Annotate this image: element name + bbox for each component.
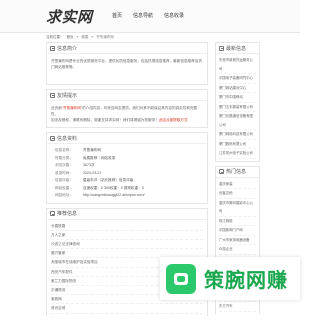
list-item[interactable]: 厦门数码有限公司: [219, 140, 256, 149]
info-title: 信息资料: [57, 135, 78, 142]
list-item[interactable]: 众游企业: [219, 245, 256, 255]
info-value: 3673次: [83, 163, 95, 167]
breadcrumb-current: 齐鲁瀑布网: [96, 35, 114, 39]
list-item[interactable]: 厦门网络科技有限公司: [219, 130, 256, 140]
latest-list: 东莞市新城货运服务公司 中国电子装备研究中心 厦门网站建设中心 厦门市中国移动 …: [216, 54, 259, 161]
info-value: 星级未评（站长推荐）信息评级: [83, 178, 134, 182]
hot-header: 热门信息: [216, 167, 259, 178]
list-item[interactable]: 广州市家用电器设备: [219, 236, 256, 245]
intro-panel: 信息简介 齐鲁瀑布网是专业的优质服务平台，提供优质信息服务，包括热搜信息推荐，最…: [46, 42, 208, 85]
notice-text: 如涉及侵权，请联系删除，谢谢支持求实网！我们将竭诚为您服务！: [51, 118, 159, 122]
nav-home[interactable]: 首页: [112, 12, 122, 19]
info-value: 百度权重：0 360权重：0 搜狗权重：0: [83, 185, 144, 190]
info-value[interactable]: 免费推荐｜网站收录: [83, 155, 207, 163]
intro-header: 信息简介: [47, 43, 207, 54]
list-item[interactable]: 万人之家: [51, 231, 203, 240]
info-row: 信息名称： 齐鲁瀑布网: [47, 147, 207, 155]
breadcrumb-sep: »: [91, 35, 94, 39]
info-key: 所属分类：: [55, 155, 73, 160]
list-item[interactable]: 江苏常州电子实验公司: [219, 149, 256, 159]
notice-body: 此页面“齐鲁瀑布网”的介绍内容，均来自网友提供，我们对其不能保证其内容的真实性和…: [47, 101, 207, 127]
intro-title: 信息简介: [57, 45, 78, 52]
list-item[interactable]: 东莞市新城货运服务公司: [219, 56, 256, 74]
list-item[interactable]: 厦门网站建设中心: [219, 84, 256, 93]
hot-title: 热门信息: [226, 169, 247, 175]
list-item[interactable]: 优客吉他: [219, 189, 256, 199]
site-header: 求实网 首页 信息导航 信息收录: [0, 0, 300, 33]
recommend-header: 推荐信息: [47, 209, 207, 220]
info-value: 齐鲁瀑布网: [83, 148, 101, 152]
latest-title: 最新信息: [226, 45, 247, 52]
fire-icon: [219, 169, 224, 174]
list-item[interactable]: 厦门五丰服装有限公司: [219, 103, 256, 112]
nav-submit[interactable]: 信息收录: [164, 12, 184, 19]
breadcrumb-sep: »: [76, 35, 79, 39]
info-row: 信息评级： 星级未评（站长推荐）信息评级: [47, 177, 207, 185]
latest-panel: 最新信息 东莞市新城货运服务公司 中国电子装备研究中心 厦门网站建设中心 厦门市…: [215, 42, 260, 162]
info-url[interactable]: http://uangzhibocuggi22.deloipan.com/: [83, 192, 207, 200]
list-item[interactable]: 沙游之记法律咨询: [51, 240, 203, 250]
info-header: 信息资料: [47, 133, 207, 144]
ad-text: 策腕网赚: [204, 268, 288, 292]
list-icon: [50, 135, 55, 141]
info-icon: [50, 92, 55, 98]
list-item[interactable]: 中国电子装备研究中心: [219, 74, 256, 84]
info-row: 浏览次数： 3673次: [47, 162, 207, 170]
notice-title: 友情提示: [57, 92, 78, 99]
info-key: 网站地址：: [55, 193, 73, 197]
breadcrumb-category[interactable]: 信息: [81, 35, 88, 39]
nav-directory[interactable]: 信息导航: [133, 12, 153, 19]
info-panel: 信息资料 信息名称： 齐鲁瀑布网 所属分类： 免费推荐｜网站收录 浏览次数： 3673…: [46, 132, 208, 204]
notice-site-name[interactable]: 齐鲁瀑布网: [63, 106, 81, 110]
info-row: 网站地址： http://uangzhibocuggi22.deloipan.co…: [47, 192, 207, 200]
star-icon: [50, 211, 55, 216]
notice-line-1: 此页面“齐鲁瀑布网”的介绍内容，均来自网友提供，我们对其不能保证其内容的真实性和…: [51, 105, 203, 117]
info-key: 信息名称：: [55, 148, 73, 152]
notice-line-2: 如涉及侵权，请联系删除，谢谢支持求实网！我们将竭诚为您服务！此站点被提取方式: [51, 117, 203, 123]
list-item[interactable]: 厦门市中国移动: [219, 93, 256, 103]
wechat-icon: [166, 263, 196, 294]
document-icon: [50, 45, 55, 51]
info-key: 浏览次数：: [55, 163, 73, 167]
notice-text: 此页面“: [51, 106, 63, 110]
breadcrumb-prefix: 当前位置：: [46, 35, 64, 39]
recommend-title: 推荐信息: [57, 211, 78, 217]
notice-header: 友情提示: [47, 90, 207, 101]
info-table: 信息名称： 齐鲁瀑布网 所属分类： 免费推荐｜网站收录 浏览次数： 3673次 收录时…: [47, 144, 207, 203]
info-key: 信息评级：: [55, 178, 73, 182]
info-row: 所属分类： 免费推荐｜网站收录: [47, 155, 207, 163]
list-item[interactable]: 珠江网络: [219, 217, 256, 226]
notice-panel: 友情提示 此页面“齐鲁瀑布网”的介绍内容，均来自网友提供，我们对其不能保证其内容…: [46, 89, 208, 128]
list-item[interactable]: 资讯吉他: [51, 304, 203, 314]
info-key: 网站权重：: [55, 185, 73, 190]
list-item[interactable]: 厦门光路通信设备有限公司: [219, 112, 256, 130]
list-item[interactable]: 重庆家装: [219, 180, 256, 189]
breadcrumb-home[interactable]: 首页: [66, 35, 73, 39]
site-logo[interactable]: 求实网: [46, 6, 93, 27]
info-row: 网站权重： 百度权重：0 360权重：0 搜狗权重：0: [47, 185, 207, 193]
main-nav: 首页 信息导航 信息收录: [112, 12, 184, 19]
intro-text: 齐鲁瀑布网是专业的优质服务平台，提供优质信息服务，包括热搜信息推荐，最新信息推荐…: [51, 59, 202, 69]
list-item[interactable]: 东方汽车: [219, 302, 256, 312]
notice-report-link[interactable]: 此站点被提取方式: [159, 118, 188, 122]
info-value: 2024-03-21: [83, 170, 102, 175]
info-row: 收录时间： 2024-03-21: [47, 170, 207, 178]
breadcrumb: 当前位置： 首页 » 信息 » 齐鲁瀑布网: [46, 35, 116, 40]
list-item[interactable]: 中国新闻门户网: [219, 226, 256, 236]
floating-ad-banner[interactable]: 策腕网赚: [160, 257, 300, 300]
list-item[interactable]: 重庆市数码摄影中心公司: [219, 199, 256, 217]
info-key: 收录时间：: [55, 170, 73, 175]
clock-icon: [219, 45, 224, 51]
list-item[interactable]: 长春铁路: [51, 222, 203, 231]
latest-header: 最新信息: [216, 43, 259, 54]
